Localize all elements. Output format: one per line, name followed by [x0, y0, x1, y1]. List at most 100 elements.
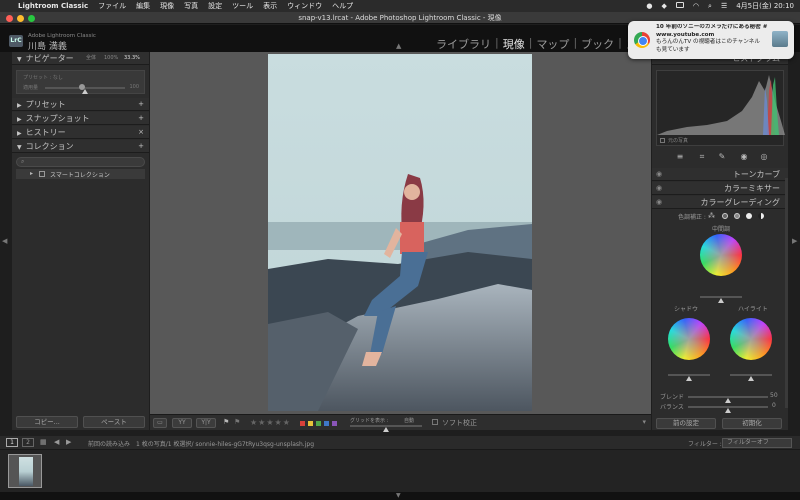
- filmstrip-source-path[interactable]: 前回の読み込み 1 枚の写真/1 枚選択/ sonnie-hiles-gG7tR…: [88, 439, 314, 448]
- navigator-header[interactable]: ▼ ナビゲーター 全体 100% 33.3%: [12, 52, 149, 65]
- menu-tools[interactable]: ツール: [232, 1, 253, 11]
- amount-slider-knob[interactable]: [79, 84, 85, 90]
- module-book[interactable]: ブック: [581, 36, 614, 52]
- eye-icon[interactable]: ◉: [656, 196, 662, 209]
- collections-header[interactable]: ▼ コレクション +: [12, 140, 149, 153]
- menu-help[interactable]: ヘルプ: [332, 1, 353, 11]
- slider-knob[interactable]: [725, 408, 731, 413]
- histogram[interactable]: 元の写真: [656, 70, 785, 146]
- tone-curve-header[interactable]: ◉ トーンカーブ: [652, 168, 788, 181]
- add-preset-button[interactable]: +: [138, 98, 144, 111]
- search-icon[interactable]: ⌕: [708, 2, 712, 11]
- original-photo-checkbox[interactable]: [660, 138, 665, 143]
- expand-icon[interactable]: ▸: [30, 170, 33, 177]
- masking-tool-icon[interactable]: ◎: [756, 152, 772, 164]
- grid-view-icon[interactable]: ▦: [40, 438, 47, 446]
- menu-edit[interactable]: 編集: [136, 1, 150, 11]
- rating-stars[interactable]: ★★★★★: [250, 418, 291, 427]
- module-develop[interactable]: 現像: [503, 36, 525, 52]
- balance-value[interactable]: 0: [772, 402, 776, 409]
- color-label-blue[interactable]: [324, 421, 329, 426]
- add-collection-button[interactable]: +: [138, 140, 144, 153]
- midtone-luminance-slider[interactable]: [700, 296, 742, 303]
- main-window-button[interactable]: 1: [6, 438, 18, 447]
- color-label-yellow[interactable]: [308, 421, 313, 426]
- menu-window[interactable]: ウィンドウ: [287, 1, 322, 11]
- develop-photo[interactable]: [268, 54, 532, 411]
- bottom-panel-toggle-icon[interactable]: ▼: [396, 492, 401, 499]
- loupe-view-button[interactable]: ▭: [153, 418, 167, 428]
- status-icon[interactable]: ●: [646, 2, 652, 10]
- app-menu[interactable]: Lightroom Classic: [18, 2, 88, 10]
- top-panel-toggle-icon[interactable]: ▲: [396, 42, 401, 50]
- dropbox-icon[interactable]: ◆: [662, 2, 667, 10]
- color-mixer-header[interactable]: ◉ カラーミキサー: [652, 182, 788, 195]
- slider-knob[interactable]: [748, 376, 754, 381]
- reset-button[interactable]: 初期化: [722, 418, 782, 429]
- slider-knob[interactable]: [383, 427, 389, 432]
- softproof-checkbox[interactable]: [432, 419, 438, 425]
- shadows-mode-button[interactable]: [722, 213, 728, 219]
- highlight-luminance-slider[interactable]: [730, 374, 772, 381]
- global-mode-button[interactable]: [758, 213, 764, 219]
- previous-settings-button[interactable]: 前の設定: [656, 418, 716, 429]
- eye-icon[interactable]: ◉: [656, 168, 662, 181]
- right-panel-scrollbar[interactable]: [785, 178, 788, 408]
- color-label-green[interactable]: [316, 421, 321, 426]
- smart-collection-row[interactable]: ▸ スマートコレクション: [16, 169, 145, 179]
- clock[interactable]: 4月5日(金) 20:10: [736, 1, 794, 11]
- wifi-icon[interactable]: ◠: [693, 2, 699, 10]
- control-center-icon[interactable]: ☰: [721, 2, 727, 10]
- healing-tool-icon[interactable]: ✎: [714, 152, 730, 164]
- right-panel-toggle-icon[interactable]: ▶: [792, 237, 797, 245]
- shadow-luminance-slider[interactable]: [668, 374, 710, 381]
- battery-icon[interactable]: [675, 2, 684, 10]
- menu-settings[interactable]: 設定: [208, 1, 222, 11]
- forward-arrow-icon[interactable]: ▶: [66, 438, 71, 446]
- before-after-button[interactable]: YY: [172, 418, 192, 428]
- filmstrip-thumbnail[interactable]: [8, 454, 42, 488]
- menu-file[interactable]: ファイル: [98, 1, 126, 11]
- menu-develop[interactable]: 現像: [160, 1, 174, 11]
- copy-button[interactable]: コピー...: [16, 416, 78, 428]
- flag-reject-icon[interactable]: ⚑: [234, 418, 240, 426]
- history-header[interactable]: ▶ ヒストリー ×: [12, 126, 149, 139]
- slider-knob[interactable]: [718, 298, 724, 303]
- amount-slider[interactable]: [45, 87, 125, 94]
- nav-fill[interactable]: 100%: [104, 52, 118, 65]
- edit-tool-icon[interactable]: ≡: [672, 152, 688, 164]
- clear-history-button[interactable]: ×: [138, 126, 144, 139]
- crop-tool-icon[interactable]: ⌗: [694, 152, 710, 164]
- grid-slider[interactable]: [350, 425, 422, 432]
- highlights-mode-button[interactable]: [746, 213, 752, 219]
- back-arrow-icon[interactable]: ◀: [54, 438, 59, 446]
- blend-value[interactable]: 50: [770, 392, 778, 399]
- balance-slider[interactable]: [688, 406, 768, 413]
- toolbar-menu-icon[interactable]: ▾: [642, 418, 646, 426]
- flag-pick-icon[interactable]: ⚑: [223, 418, 229, 426]
- filter-select[interactable]: フィルターオフ: [722, 438, 792, 448]
- three-way-icon[interactable]: ⁂: [708, 212, 715, 220]
- snapshots-header[interactable]: ▶ スナップショット +: [12, 112, 149, 125]
- redeye-tool-icon[interactable]: ◉: [736, 152, 752, 164]
- grid-value[interactable]: 自動: [404, 417, 414, 424]
- compare-mode-button[interactable]: Y|Y: [196, 418, 216, 428]
- module-map[interactable]: マップ: [536, 36, 569, 52]
- collection-search-input[interactable]: ⌕: [16, 157, 145, 167]
- nav-fit[interactable]: 全体: [86, 52, 96, 65]
- blend-slider[interactable]: [688, 396, 768, 403]
- menu-view[interactable]: 表示: [263, 1, 277, 11]
- paste-button[interactable]: ペースト: [83, 416, 145, 428]
- notification[interactable]: 10 年前のソニーのカメラだけにある秘密 #カ... www.youtube.c…: [628, 21, 794, 59]
- eye-icon[interactable]: ◉: [656, 182, 662, 195]
- nav-zoom[interactable]: 33.3%: [124, 52, 140, 65]
- add-snapshot-button[interactable]: +: [138, 112, 144, 125]
- color-label-red[interactable]: [300, 421, 305, 426]
- slider-knob[interactable]: [725, 398, 731, 403]
- shadow-color-wheel[interactable]: [668, 318, 710, 360]
- slider-knob[interactable]: [686, 376, 692, 381]
- color-label-purple[interactable]: [332, 421, 337, 426]
- midtones-mode-button[interactable]: [734, 213, 740, 219]
- menu-photo[interactable]: 写真: [184, 1, 198, 11]
- left-panel-toggle-icon[interactable]: ◀: [2, 237, 7, 245]
